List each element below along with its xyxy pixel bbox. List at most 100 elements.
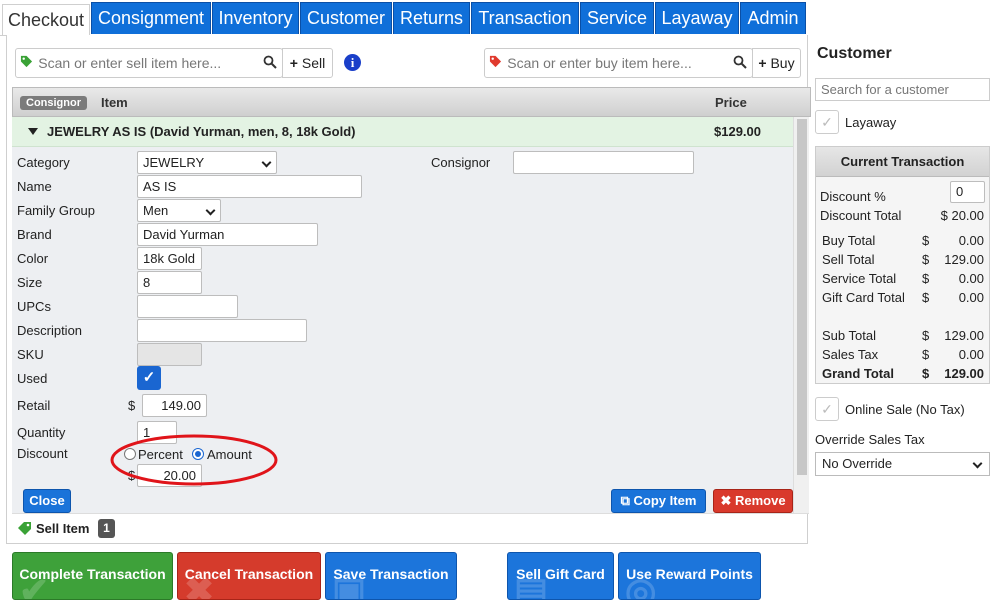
caret-down-icon[interactable]	[28, 128, 38, 135]
complete-transaction-label: Complete Transaction	[19, 566, 166, 582]
save-transaction-button[interactable]: ▣ Save Transaction	[325, 552, 457, 600]
sell-total-label: Sell Total	[822, 252, 875, 267]
sell-button[interactable]: + Sell	[282, 48, 333, 78]
info-icon[interactable]: i	[344, 54, 361, 71]
service-total-value: 0.00	[958, 271, 984, 286]
override-sales-tax-select[interactable]: No Override	[815, 452, 990, 476]
discount-label: Discount	[17, 446, 68, 461]
price-column-header: Price	[715, 95, 747, 110]
size-label: Size	[17, 275, 43, 290]
cancel-transaction-button[interactable]: ✖ Cancel Transaction	[177, 552, 321, 600]
checkmark-icon: ✓	[821, 114, 833, 130]
gift-card-total-value: 0.00	[958, 290, 984, 305]
used-checkbox[interactable]: ✓	[137, 366, 161, 390]
description-label: Description	[17, 323, 83, 338]
current-transaction-box: Current Transaction Discount % 0 Discoun…	[815, 146, 990, 384]
buy-button-label: Buy	[770, 55, 795, 71]
sell-item-input[interactable]	[36, 54, 282, 72]
current-transaction-title: Current Transaction	[816, 147, 989, 177]
item-price: $129.00	[714, 124, 761, 139]
plus-icon: +	[758, 55, 767, 71]
save-transaction-label: Save Transaction	[333, 566, 449, 582]
sub-total-value: 129.00	[944, 328, 984, 343]
tab-layaway[interactable]: Layaway	[655, 2, 739, 34]
copy-icon: ⧉	[620, 493, 630, 508]
items-table-header: Consignor Item Price	[12, 87, 811, 117]
tab-admin[interactable]: Admin	[740, 2, 806, 34]
tab-service[interactable]: Service	[580, 2, 654, 34]
sell-total-currency: $	[922, 252, 930, 267]
search-icon[interactable]	[733, 55, 747, 69]
override-sales-tax-label: Override Sales Tax	[815, 432, 925, 447]
sell-item-summary: Sell Item 1	[12, 513, 809, 543]
sell-item-count: 1	[98, 519, 115, 538]
brand-input[interactable]: David Yurman	[137, 223, 318, 246]
online-sale-label: Online Sale (No Tax)	[845, 402, 965, 417]
used-label: Used	[17, 371, 48, 386]
tab-customer[interactable]: Customer	[300, 2, 392, 34]
tag-icon	[485, 55, 505, 71]
category-label: Category	[17, 155, 70, 170]
remove-button[interactable]: ✖ Remove	[713, 489, 793, 513]
consignor-input[interactable]	[513, 151, 694, 174]
buy-item-input[interactable]	[505, 54, 752, 72]
tab-inventory[interactable]: Inventory	[212, 2, 299, 34]
tab-checkout[interactable]: Checkout	[2, 4, 90, 36]
online-sale-checkbox[interactable]: ✓	[815, 397, 839, 421]
complete-transaction-button[interactable]: ✔ Complete Transaction	[12, 552, 173, 600]
color-input[interactable]: 18k Gold	[137, 247, 202, 270]
upcs-input[interactable]	[137, 295, 238, 318]
customer-title: Customer	[817, 45, 892, 62]
category-select[interactable]: JEWELRY	[137, 151, 277, 174]
name-label: Name	[17, 179, 52, 194]
consignor-badge: Consignor	[20, 96, 87, 110]
sales-tax-value: 0.00	[958, 347, 984, 362]
discount-total-label: Discount Total	[820, 208, 902, 223]
checkmark-icon: ✓	[142, 369, 156, 386]
checkout-panel: + Sell i + Buy Consignor Item Price JEWE…	[6, 35, 811, 544]
tab-returns[interactable]: Returns	[393, 2, 470, 34]
layaway-checkbox[interactable]: ✓	[815, 110, 839, 134]
search-icon[interactable]	[263, 55, 277, 69]
gift-card-total-label: Gift Card Total	[822, 290, 905, 305]
item-row[interactable]: JEWELRY AS IS (David Yurman, men, 8, 18k…	[12, 117, 793, 147]
grand-total-value: 129.00	[944, 366, 984, 381]
cancel-transaction-label: Cancel Transaction	[184, 566, 314, 582]
tab-consignment[interactable]: Consignment	[91, 2, 211, 34]
scrollbar[interactable]	[793, 117, 809, 513]
tag-icon	[17, 521, 33, 538]
sales-tax-label: Sales Tax	[822, 347, 879, 362]
tab-transaction[interactable]: Transaction	[471, 2, 579, 34]
sell-gift-card-button[interactable]: ▤ Sell Gift Card	[507, 552, 614, 600]
grand-total-label: Grand Total	[822, 366, 894, 381]
name-input[interactable]: AS IS	[137, 175, 362, 198]
copy-item-button[interactable]: ⧉ Copy Item	[611, 489, 706, 513]
discount-pct-input[interactable]: 0	[950, 181, 985, 203]
family-group-label: Family Group	[17, 203, 96, 218]
sell-item-label: Sell Item	[36, 521, 90, 536]
sku-input	[137, 343, 202, 366]
quantity-label: Quantity	[17, 425, 66, 440]
use-reward-points-label: Use Reward Points	[626, 566, 753, 582]
family-group-select[interactable]: Men	[137, 199, 221, 222]
grand-total-currency: $	[922, 366, 930, 381]
remove-label: Remove	[734, 493, 786, 508]
copy-item-label: Copy Item	[633, 493, 697, 508]
discount-total-value: $ 20.00	[940, 208, 984, 223]
layaway-label: Layaway	[845, 115, 897, 130]
sales-tax-currency: $	[922, 347, 930, 362]
use-reward-points-button[interactable]: ◎ Use Reward Points	[618, 552, 761, 600]
customer-search-input[interactable]: Search for a customer	[815, 78, 990, 101]
times-icon: ✖	[720, 493, 732, 508]
buy-button[interactable]: + Buy	[752, 48, 801, 78]
buy-total-value: 0.00	[958, 233, 984, 248]
scrollbar-thumb[interactable]	[797, 119, 807, 475]
sub-total-currency: $	[922, 328, 930, 343]
size-input[interactable]: 8	[137, 271, 202, 294]
sell-scan-box	[15, 48, 283, 78]
sell-gift-card-label: Sell Gift Card	[516, 566, 605, 582]
retail-input[interactable]: 149.00	[142, 394, 207, 417]
close-button[interactable]: Close	[23, 489, 71, 513]
description-input[interactable]	[137, 319, 307, 342]
sub-total-label: Sub Total	[822, 328, 876, 343]
